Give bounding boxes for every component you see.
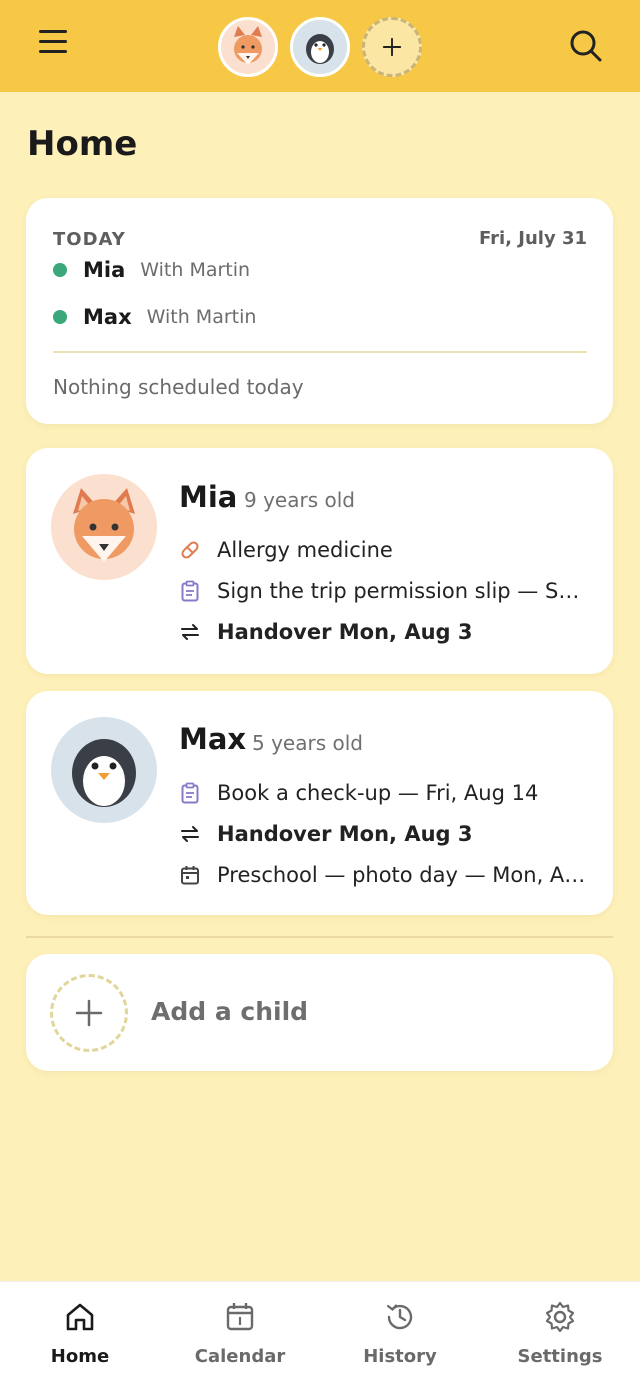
divider bbox=[26, 936, 613, 938]
avatar bbox=[51, 717, 157, 823]
search-icon[interactable] bbox=[566, 26, 606, 66]
today-date: Fri, July 31 bbox=[478, 228, 587, 249]
divider bbox=[53, 351, 587, 353]
calendar-icon bbox=[179, 864, 201, 886]
child-age: 9 years old bbox=[244, 488, 355, 512]
today-custody-status: With Martin bbox=[140, 259, 251, 281]
penguin-avatar-icon bbox=[306, 34, 334, 64]
fox-avatar-icon bbox=[73, 488, 135, 562]
item-text: Preschool — photo day — Mon, Aug 10 bbox=[217, 863, 589, 887]
nav-label: Home bbox=[50, 1346, 110, 1367]
item-text: Handover Mon, Aug 3 bbox=[217, 822, 473, 846]
calendar-icon bbox=[223, 1300, 257, 1334]
clipboard-icon bbox=[179, 580, 201, 602]
history-icon bbox=[383, 1300, 417, 1334]
add-child-button[interactable]: Add a child bbox=[26, 954, 613, 1071]
list-item[interactable]: Handover Mon, Aug 3 bbox=[179, 617, 589, 647]
nav-item-settings[interactable]: Settings bbox=[480, 1282, 640, 1385]
list-item[interactable]: Handover Mon, Aug 3 bbox=[179, 819, 589, 849]
status-dot bbox=[53, 263, 67, 277]
home-icon bbox=[63, 1300, 97, 1334]
avatar bbox=[51, 474, 157, 580]
today-child-name: Max bbox=[83, 305, 132, 329]
list-item[interactable]: Sign the trip permission slip — Sun, Aug… bbox=[179, 576, 589, 606]
nav-label: History bbox=[363, 1346, 437, 1367]
nav-item-home[interactable]: Home bbox=[0, 1282, 160, 1385]
nav-item-history[interactable]: History bbox=[320, 1282, 480, 1385]
item-text: Sign the trip permission slip — Sun, Aug… bbox=[217, 579, 589, 603]
list-item[interactable]: Preschool — photo day — Mon, Aug 10 bbox=[179, 860, 589, 890]
today-label: TODAY bbox=[53, 229, 126, 250]
hamburger-menu-icon[interactable] bbox=[36, 30, 70, 60]
list-item[interactable]: Allergy medicine bbox=[179, 535, 589, 565]
item-text: Allergy medicine bbox=[217, 538, 393, 562]
plus-icon bbox=[382, 37, 402, 57]
today-row: Max With Martin bbox=[53, 303, 256, 331]
penguin-avatar-icon bbox=[72, 739, 136, 807]
add-child-label: Add a child bbox=[151, 997, 309, 1026]
gear-icon bbox=[543, 1300, 577, 1334]
clipboard-icon bbox=[179, 782, 201, 804]
plus-icon bbox=[50, 974, 128, 1052]
today-child-name: Mia bbox=[83, 258, 126, 282]
item-text: Book a check-up — Fri, Aug 14 bbox=[217, 781, 539, 805]
child-card-max[interactable]: Max 5 years old Book a check-up — Fri, A… bbox=[26, 691, 613, 915]
empty-schedule-message: Nothing scheduled today bbox=[53, 375, 304, 399]
bottom-navigation: Home Calendar History Settings bbox=[0, 1281, 640, 1385]
list-item[interactable]: Book a check-up — Fri, Aug 14 bbox=[179, 778, 589, 808]
pill-icon bbox=[179, 539, 201, 561]
child-card-mia[interactable]: Mia 9 years old Allergy medicine Sign th… bbox=[26, 448, 613, 674]
page-title: Home bbox=[27, 124, 138, 164]
status-dot bbox=[53, 310, 67, 324]
top-app-bar bbox=[0, 0, 640, 92]
child-name: Mia bbox=[179, 480, 238, 514]
today-row: Mia With Martin bbox=[53, 256, 250, 284]
nav-label: Calendar bbox=[194, 1346, 286, 1367]
fox-avatar-icon bbox=[234, 26, 262, 65]
profile-avatar-max[interactable] bbox=[290, 17, 350, 77]
nav-item-calendar[interactable]: Calendar bbox=[160, 1282, 320, 1385]
profile-avatar-mia[interactable] bbox=[218, 17, 278, 77]
nav-label: Settings bbox=[517, 1346, 603, 1367]
add-profile-button[interactable] bbox=[362, 17, 422, 77]
item-text: Handover Mon, Aug 3 bbox=[217, 620, 473, 644]
today-card: TODAY Fri, July 31 Mia With Martin Max W… bbox=[26, 198, 613, 424]
swap-arrows-icon bbox=[179, 823, 201, 845]
child-age: 5 years old bbox=[252, 731, 363, 755]
child-name: Max bbox=[179, 722, 247, 756]
swap-arrows-icon bbox=[179, 621, 201, 643]
today-custody-status: With Martin bbox=[146, 306, 257, 328]
